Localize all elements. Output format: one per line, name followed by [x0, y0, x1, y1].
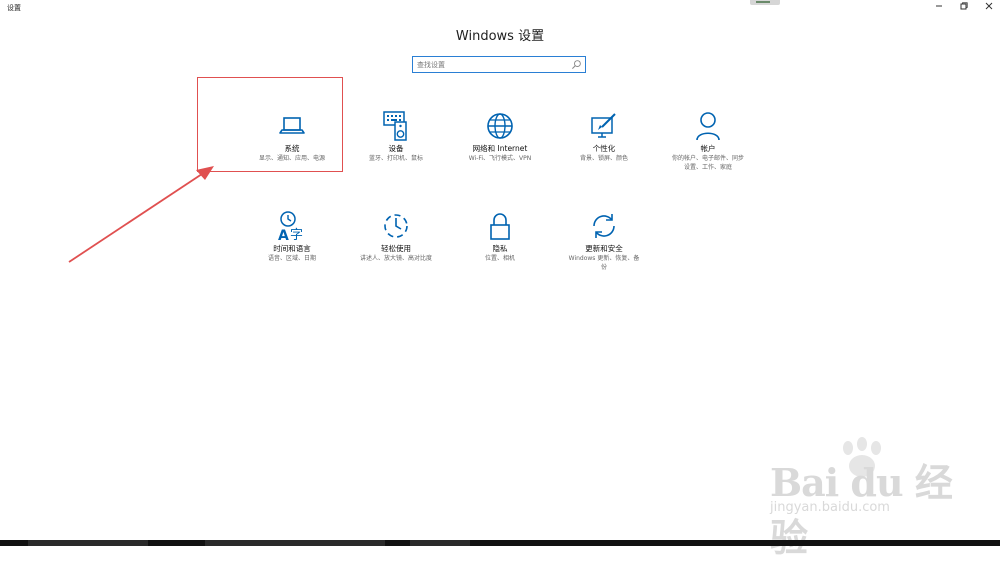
- svg-text:A: A: [278, 228, 289, 242]
- lock-icon: [490, 213, 510, 240]
- tile-privacy[interactable]: 隐私 位置、相机: [440, 210, 560, 300]
- close-button[interactable]: [976, 2, 1000, 14]
- tile-personalization[interactable]: 个性化 背景、锁屏、颜色: [544, 110, 664, 200]
- minimize-button[interactable]: [926, 2, 952, 14]
- paint-brush-icon: [591, 113, 616, 138]
- tile-description: 讲述人、放大镜、高对比度: [359, 255, 432, 262]
- watermark-url: jingyan.baidu.com: [770, 500, 890, 515]
- tile-title: 设备: [388, 144, 404, 153]
- time-language-icon: A 字: [278, 211, 303, 242]
- tile-title: 帐户: [700, 144, 716, 153]
- close-icon: [985, 2, 993, 10]
- taskbar-segment: [410, 540, 470, 546]
- top-indicator: [750, 0, 780, 5]
- person-icon: [696, 112, 720, 141]
- app-title: 设置: [7, 4, 21, 12]
- ease-of-access-icon: [384, 214, 408, 238]
- tile-title: 轻松使用: [381, 244, 411, 253]
- tile-description: Windows 更新、恢复、备份: [568, 255, 640, 271]
- globe-icon: [487, 113, 513, 139]
- tile-description: 背景、锁屏、颜色: [579, 155, 628, 162]
- sync-icon: [593, 214, 615, 238]
- highlight-box: [197, 77, 343, 172]
- tile-title: 时间和语言: [273, 244, 311, 253]
- tile-network[interactable]: 网络和 Internet Wi-Fi、飞行模式、VPN: [440, 110, 560, 200]
- page-title: Windows 设置: [455, 29, 545, 44]
- tile-description: Wi-Fi、飞行模式、VPN: [468, 155, 532, 162]
- tile-time-language[interactable]: A 字 时间和语言 语音、区域、日期: [232, 210, 352, 300]
- tile-devices[interactable]: 设备 蓝牙、打印机、鼠标: [336, 110, 456, 200]
- search-box[interactable]: [412, 56, 586, 73]
- tile-title: 更新和安全: [585, 244, 623, 253]
- baidu-watermark: Bai du 经验 jingyan.baidu.com: [760, 436, 960, 560]
- search-icon[interactable]: [571, 59, 582, 70]
- tile-ease-of-access[interactable]: 轻松使用 讲述人、放大镜、高对比度: [336, 210, 456, 300]
- keyboard-speaker-icon: [383, 111, 407, 141]
- restore-button[interactable]: [951, 2, 977, 14]
- taskbar: [0, 540, 1000, 546]
- tile-description: 你的帐户、电子邮件、同步 设置、工作、家庭: [671, 155, 744, 171]
- tile-description: 蓝牙、打印机、鼠标: [368, 155, 423, 162]
- restore-icon: [960, 2, 968, 10]
- minimize-icon: [936, 5, 942, 7]
- tile-title: 个性化: [592, 144, 616, 153]
- tile-title: 隐私: [492, 244, 508, 253]
- search-input[interactable]: [417, 58, 567, 71]
- title-bar: 设置: [0, 0, 1000, 16]
- tile-description: 位置、相机: [484, 255, 515, 262]
- tile-title: 网络和 Internet: [472, 144, 528, 153]
- taskbar-segment: [205, 540, 385, 546]
- tile-accounts[interactable]: 帐户 你的帐户、电子邮件、同步 设置、工作、家庭: [648, 110, 768, 200]
- taskbar-segment: [28, 540, 148, 546]
- tile-update-security[interactable]: 更新和安全 Windows 更新、恢复、备份: [544, 210, 664, 300]
- tile-description: 语音、区域、日期: [267, 255, 316, 262]
- svg-text:字: 字: [290, 228, 303, 242]
